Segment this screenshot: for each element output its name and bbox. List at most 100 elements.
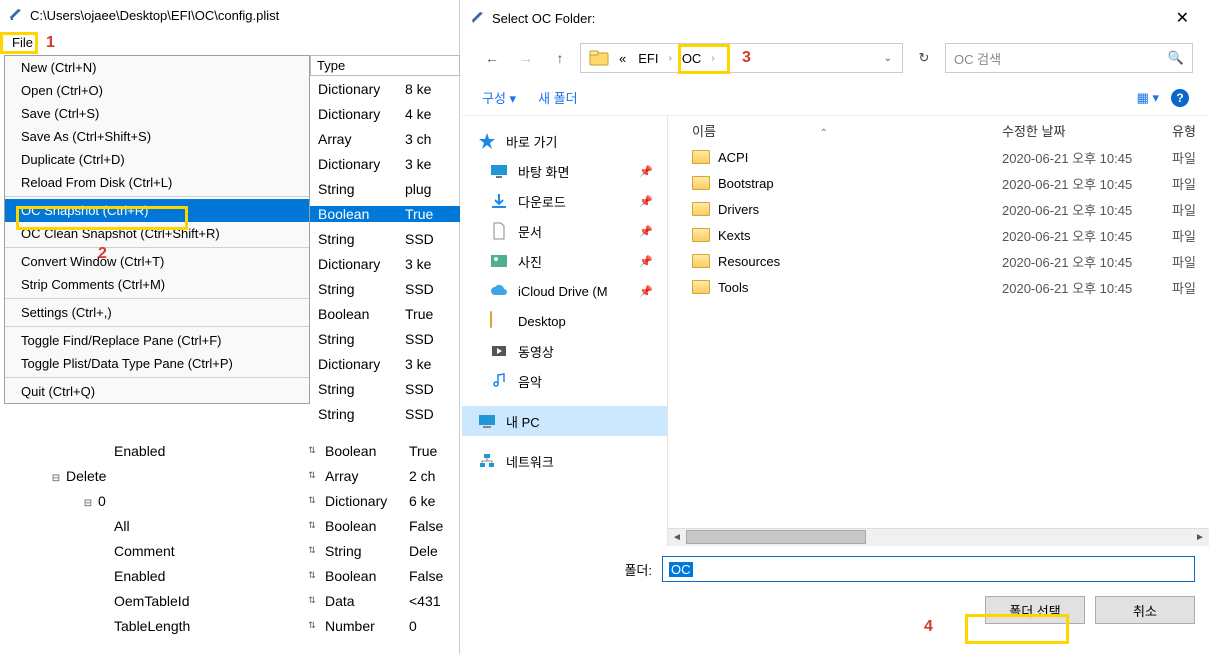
editor-title: C:\Users\ojaee\Desktop\EFI\OC\config.pli… — [30, 8, 279, 23]
scroll-left-icon[interactable]: ◄ — [668, 532, 686, 543]
plist-row[interactable]: ⊟Delete⇅Array2 ch — [30, 463, 460, 488]
sidebar-icloud[interactable]: iCloud Drive (M 📌 — [462, 276, 667, 306]
file-row[interactable]: Drivers2020-06-21 오후 10:45파일 — [668, 196, 1209, 222]
plist-row[interactable]: BooleanTrue — [310, 201, 460, 226]
plist-row[interactable]: Dictionary3 ke — [310, 151, 460, 176]
scrollbar-thumb[interactable] — [686, 530, 866, 544]
plist-row[interactable]: Dictionary4 ke — [310, 101, 460, 126]
plist-row[interactable]: Dictionary3 ke — [310, 251, 460, 276]
sidebar-network[interactable]: 네트워크 — [462, 446, 667, 476]
expand-icon[interactable]: ⊟ — [82, 498, 94, 509]
sort-icon[interactable]: ⇅ — [305, 570, 319, 581]
sort-icon[interactable]: ⇅ — [305, 620, 319, 631]
back-button[interactable]: ← — [478, 44, 506, 72]
plist-key: TableLength — [30, 618, 305, 634]
menu-reload[interactable]: Reload From Disk (Ctrl+L) — [5, 171, 309, 194]
menu-oc-clean-snapshot[interactable]: OC Clean Snapshot (Ctrl+Shift+R) — [5, 222, 309, 245]
menu-save-as[interactable]: Save As (Ctrl+Shift+S) — [5, 125, 309, 148]
column-header-name[interactable]: 이름 ⌃ — [692, 121, 1002, 140]
folder-input-row: 폴더: OC — [462, 546, 1209, 592]
plist-row[interactable]: StringSSD — [310, 376, 460, 401]
file-menu-button[interactable]: File — [4, 33, 41, 52]
sort-asc-icon: ⌃ — [820, 128, 828, 139]
sidebar-desktop2[interactable]: Desktop — [462, 306, 667, 336]
plist-row[interactable]: ⊟0⇅Dictionary6 ke — [30, 488, 460, 513]
plist-type: Boolean — [310, 306, 405, 322]
menu-toggle-find[interactable]: Toggle Find/Replace Pane (Ctrl+F) — [5, 329, 309, 352]
plist-row[interactable]: Comment⇅StringDele — [30, 538, 460, 563]
nav-tree: 바로 가기 바탕 화면 📌 다운로드 📌 문서 📌 사진 📌 — [462, 116, 668, 546]
expand-icon[interactable]: ⊟ — [50, 473, 62, 484]
menu-save[interactable]: Save (Ctrl+S) — [5, 102, 309, 125]
plist-row[interactable]: Enabled⇅BooleanFalse — [30, 563, 460, 588]
menu-strip-comments[interactable]: Strip Comments (Ctrl+M) — [5, 273, 309, 296]
refresh-button[interactable]: ↻ — [909, 43, 939, 73]
breadcrumb-efi[interactable]: EFI — [632, 44, 664, 72]
select-folder-button[interactable]: 폴더 선택 — [985, 596, 1085, 624]
sidebar-this-pc[interactable]: 내 PC — [462, 406, 667, 436]
scroll-right-icon[interactable]: ► — [1191, 532, 1209, 543]
chevron-down-icon[interactable]: ⌄ — [878, 53, 898, 64]
help-icon[interactable]: ? — [1171, 89, 1189, 107]
sidebar-music[interactable]: 음악 — [462, 366, 667, 396]
horizontal-scrollbar[interactable]: ◄ ► — [668, 528, 1209, 546]
sidebar-videos[interactable]: 동영상 — [462, 336, 667, 366]
menu-oc-snapshot[interactable]: OC Snapshot (Ctrl+R) — [5, 199, 309, 222]
close-icon[interactable]: ✕ — [1164, 4, 1201, 32]
plist-row[interactable]: TableLength⇅Number0 — [30, 613, 460, 638]
search-input[interactable]: OC 검색 🔍 — [945, 43, 1193, 73]
sidebar-item-label: 동영상 — [518, 342, 554, 361]
view-options-button[interactable]: ▦ ▾ — [1137, 90, 1159, 106]
sort-icon[interactable]: ⇅ — [305, 545, 319, 556]
sort-icon[interactable]: ⇅ — [305, 470, 319, 481]
new-folder-button[interactable]: 새 폴더 — [538, 88, 578, 107]
plist-row[interactable]: OemTableId⇅Data<431 — [30, 588, 460, 613]
plist-row[interactable]: All⇅BooleanFalse — [30, 513, 460, 538]
file-row[interactable]: ACPI2020-06-21 오후 10:45파일 — [668, 144, 1209, 170]
file-row[interactable]: Bootstrap2020-06-21 오후 10:45파일 — [668, 170, 1209, 196]
column-header-type[interactable]: 유형 — [1172, 121, 1196, 140]
file-row[interactable]: Tools2020-06-21 오후 10:45파일 — [668, 274, 1209, 300]
scrollbar-track[interactable] — [686, 530, 1191, 546]
plist-row[interactable]: StringSSD — [310, 276, 460, 301]
sort-icon[interactable]: ⇅ — [305, 520, 319, 531]
menu-quit[interactable]: Quit (Ctrl+Q) — [5, 380, 309, 403]
sort-icon[interactable]: ⇅ — [305, 445, 319, 456]
search-icon: 🔍 — [1168, 50, 1184, 66]
plist-row[interactable]: StringSSD — [310, 226, 460, 251]
plist-row[interactable]: Array3 ch — [310, 126, 460, 151]
file-row[interactable]: Resources2020-06-21 오후 10:45파일 — [668, 248, 1209, 274]
sort-icon[interactable]: ⇅ — [305, 595, 319, 606]
menu-duplicate[interactable]: Duplicate (Ctrl+D) — [5, 148, 309, 171]
plist-row[interactable]: Dictionary3 ke — [310, 351, 460, 376]
organize-button[interactable]: 구성 ▾ — [482, 88, 516, 107]
file-row[interactable]: Kexts2020-06-21 오후 10:45파일 — [668, 222, 1209, 248]
sidebar-documents[interactable]: 문서 📌 — [462, 216, 667, 246]
plist-row[interactable]: Enabled⇅BooleanTrue — [30, 438, 460, 463]
plist-row[interactable]: Dictionary8 ke — [310, 76, 460, 101]
sidebar-desktop[interactable]: 바탕 화면 📌 — [462, 156, 667, 186]
plist-row[interactable]: StringSSD — [310, 326, 460, 351]
up-button[interactable]: ↑ — [546, 44, 574, 72]
plist-row[interactable]: StringSSD — [310, 401, 460, 426]
menu-new[interactable]: New (Ctrl+N) — [5, 56, 309, 79]
breadcrumb-chevron[interactable]: « — [613, 44, 632, 72]
menu-open[interactable]: Open (Ctrl+O) — [5, 79, 309, 102]
sidebar-quick-access[interactable]: 바로 가기 — [462, 126, 667, 156]
breadcrumb-oc[interactable]: OC — [676, 44, 708, 72]
address-bar[interactable]: « EFI › OC › ⌄ — [580, 43, 903, 73]
plist-row[interactable]: BooleanTrue — [310, 301, 460, 326]
folder-name-input[interactable]: OC — [662, 556, 1195, 582]
menu-toggle-plist[interactable]: Toggle Plist/Data Type Pane (Ctrl+P) — [5, 352, 309, 375]
sort-icon[interactable]: ⇅ — [305, 495, 319, 506]
plist-row[interactable]: Stringplug — [310, 176, 460, 201]
sidebar-pictures[interactable]: 사진 📌 — [462, 246, 667, 276]
menu-convert-window[interactable]: Convert Window (Ctrl+T) — [5, 250, 309, 273]
sidebar-item-label: 내 PC — [506, 412, 540, 431]
menu-settings[interactable]: Settings (Ctrl+,) — [5, 301, 309, 324]
forward-button[interactable]: → — [512, 44, 540, 72]
column-header-date[interactable]: 수정한 날짜 — [1002, 121, 1172, 140]
sidebar-downloads[interactable]: 다운로드 📌 — [462, 186, 667, 216]
cancel-button[interactable]: 취소 — [1095, 596, 1195, 624]
column-header-type[interactable]: Type — [310, 55, 460, 76]
